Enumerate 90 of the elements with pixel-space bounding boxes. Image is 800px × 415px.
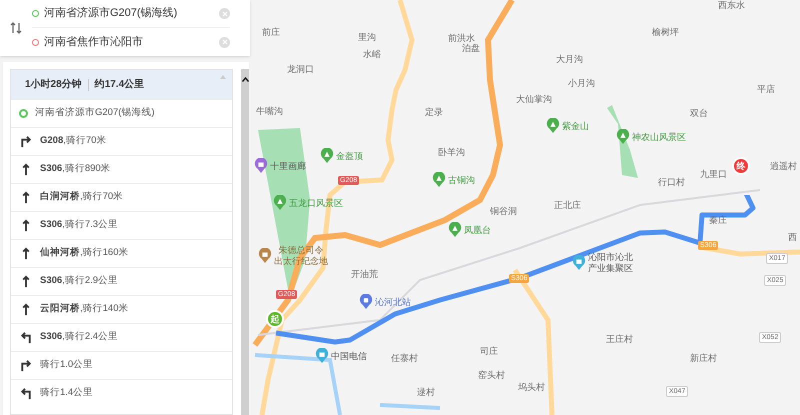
- route-step-text: S306,骑行2.4公里: [40, 330, 118, 344]
- route-step-text: 仙神河桥,骑行160米: [40, 246, 128, 260]
- map-place-label: 秦庄: [709, 215, 727, 226]
- route-summary-header[interactable]: 1小时28分钟 约17.4公里: [11, 70, 232, 99]
- map-place-label: 龙洞口: [287, 64, 314, 75]
- route-step-text: G208,骑行70米: [40, 134, 106, 148]
- building-pin-icon: [572, 255, 586, 271]
- map-place-label: 行口村: [658, 177, 685, 188]
- route-step-row[interactable]: 骑行1.4公里: [11, 379, 232, 407]
- map-place-label: 金盔顶: [336, 150, 363, 162]
- map-place-label: 逯村: [417, 387, 435, 398]
- tree-pin-icon: [432, 172, 446, 188]
- map-place-label: 开油荒: [351, 269, 378, 280]
- map-place-label: 西: [788, 232, 797, 243]
- route-step-row[interactable]: S306,骑行2.4公里: [11, 323, 232, 351]
- scroll-up-icon[interactable]: [242, 77, 249, 82]
- route-step-row[interactable]: 云阳河桥,骑行140米: [11, 295, 232, 323]
- map-place-label: 古铜沟: [448, 174, 475, 186]
- right-turn-arrow-icon: [19, 134, 33, 149]
- scrollbar[interactable]: [241, 69, 249, 415]
- map-place-label: 逍遥村: [770, 161, 797, 172]
- building-pin-icon: [254, 158, 268, 174]
- route-step-text: 骑行1.4公里: [40, 386, 94, 400]
- map-place-label: 大月沟: [556, 54, 583, 65]
- route-step-row[interactable]: S306,骑行890米: [11, 155, 232, 183]
- map-place-label: 前洪水: [448, 33, 475, 44]
- distance-text: 约17.4公里: [94, 78, 144, 92]
- map-place-label: 紫金山: [562, 120, 589, 132]
- map-place-label: 凤凰台: [464, 224, 491, 236]
- map-place-label: 牛嘴沟: [256, 106, 283, 117]
- map-place-label: 坞头村: [518, 382, 545, 393]
- route-step-row[interactable]: G208,骑行70米: [11, 127, 232, 155]
- map-place-label: 水峪: [363, 49, 381, 60]
- map-place-label: 司庄: [480, 346, 498, 357]
- swap-arrows-icon[interactable]: [10, 22, 22, 34]
- route-step-row[interactable]: S306,骑行2.9公里: [11, 267, 232, 295]
- end-marker[interactable]: 终: [732, 157, 750, 175]
- map-place-label: 卧羊沟: [438, 147, 465, 158]
- map-place-label: 王庄村: [606, 334, 633, 345]
- map-place-label: 十里画廊: [270, 160, 306, 172]
- route-step-text: 白涧河桥,骑行70米: [40, 190, 124, 204]
- collapse-caret-icon[interactable]: [220, 75, 226, 79]
- tree-pin-icon: [320, 148, 334, 164]
- building-pin-icon: [258, 248, 272, 264]
- map-place-label: 大仙掌沟: [516, 94, 552, 105]
- route-step-text: S306,骑行7.3公里: [40, 218, 118, 232]
- location-input-field[interactable]: 河南省焦作市沁阳市: [44, 34, 214, 50]
- route-step-row[interactable]: 白涧河桥,骑行70米: [11, 183, 232, 211]
- map-place-label: 定录: [425, 107, 443, 118]
- map-place-label: 沁河北站: [375, 296, 411, 308]
- map-place-label: 窑头村: [478, 370, 505, 381]
- clear-icon[interactable]: [219, 36, 230, 48]
- route-step-text: 骑行1.0公里: [40, 358, 94, 372]
- map-place-label: 新庄村: [690, 353, 717, 364]
- route-step-row[interactable]: 骑行1.0公里: [11, 351, 232, 379]
- map-place-label: 沁阳市沁北 产业集聚区: [588, 252, 633, 274]
- tree-pin-icon: [616, 129, 630, 145]
- map-place-label: 榆树坪: [652, 27, 679, 38]
- location-input-field[interactable]: 河南省济源市G207(锡海线): [44, 5, 214, 22]
- tree-pin-icon: [546, 118, 560, 134]
- map-place-label: 泊盘: [462, 43, 480, 54]
- map-place-label: 任寨村: [391, 353, 418, 364]
- route-step-row[interactable]: 仙神河桥,骑行160米: [11, 239, 232, 267]
- clear-icon[interactable]: [219, 8, 230, 19]
- train-pin-icon: [359, 294, 373, 310]
- map-place-label: 中国电信: [331, 350, 367, 362]
- map-place-label: 铜谷洞: [490, 206, 517, 217]
- map-place-label: 平店: [757, 84, 775, 95]
- map-place-label: 小月沟: [568, 78, 595, 89]
- map-place-label: 五龙口风景区: [289, 198, 343, 208]
- tree-pin-icon: [273, 195, 287, 211]
- right-turn-arrow-icon: [19, 358, 33, 373]
- tree-pin-icon: [448, 222, 462, 238]
- duration-text: 1小时28分钟: [25, 78, 82, 92]
- left-turn-arrow-icon: [19, 330, 33, 345]
- left-turn-arrow-icon: [19, 386, 33, 401]
- route-step-text: 河南省济源市G207(锡海线): [35, 106, 155, 120]
- map-place-label: 双台: [690, 108, 708, 119]
- route-step-row[interactable]: S306,骑行7.3公里: [11, 211, 232, 239]
- route-step-text: 云阳河桥,骑行140米: [40, 302, 128, 316]
- map-place-label: 神农山风景区: [632, 132, 686, 142]
- route-step-row[interactable]: 河南省济源市G207(锡海线): [11, 99, 232, 127]
- map-place-label: 正北庄: [554, 200, 581, 211]
- map-place-label: 西东水: [718, 0, 745, 11]
- route-step-text: S306,骑行2.9公里: [40, 274, 118, 288]
- map-place-label: 里沟: [358, 32, 376, 43]
- map-place-label: 前庄: [262, 27, 280, 38]
- map-place-label: 九里口: [700, 169, 727, 180]
- building-pin-icon: [315, 348, 329, 364]
- route-step-text: S306,骑行890米: [40, 162, 111, 176]
